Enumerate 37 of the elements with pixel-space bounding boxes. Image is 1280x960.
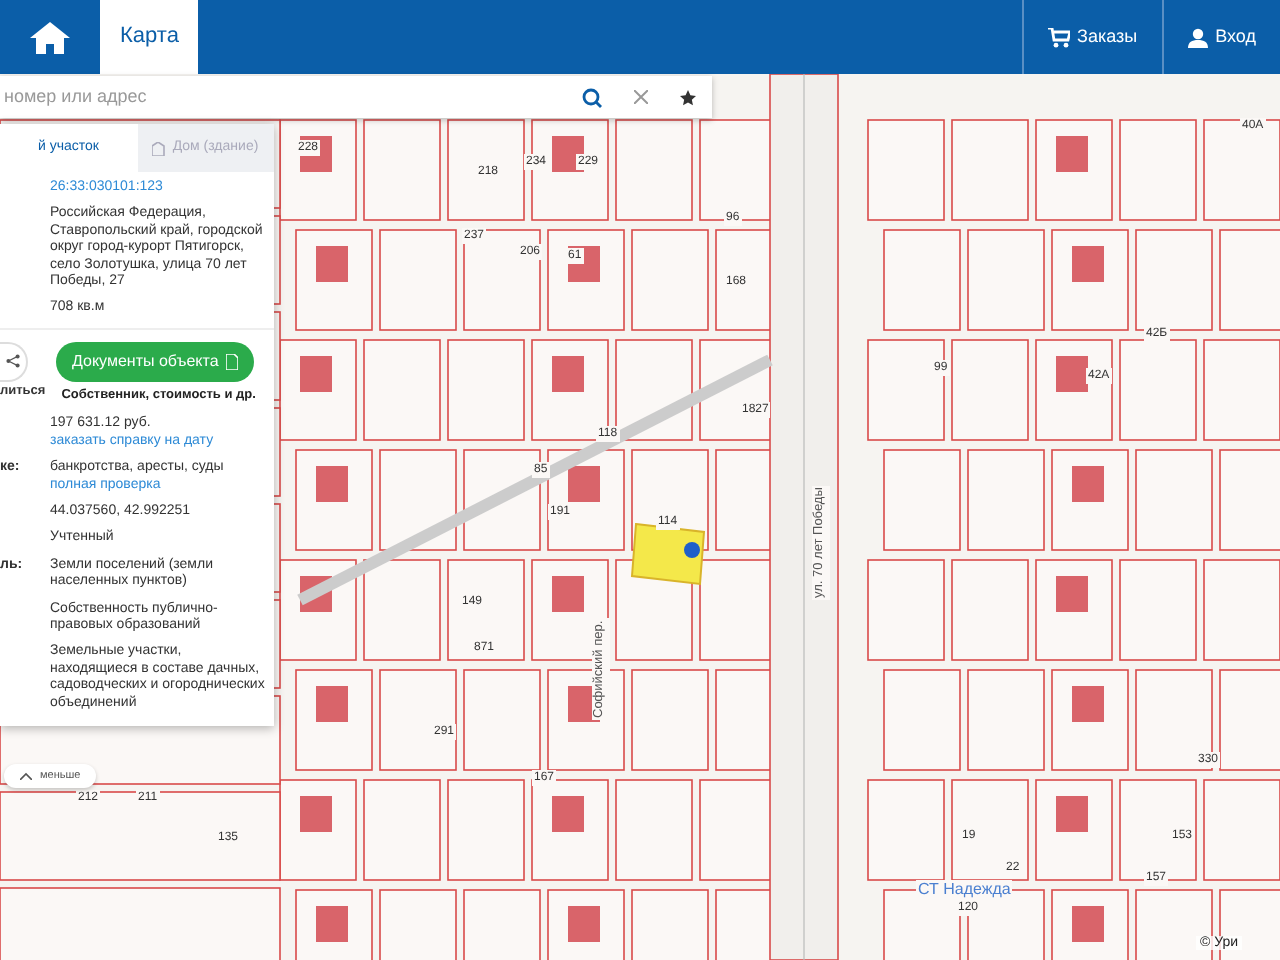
orders-button[interactable]: Заказы [1021, 0, 1162, 74]
building [300, 356, 332, 392]
user-icon [1187, 27, 1208, 47]
building [568, 906, 600, 942]
chevron-up-icon [20, 772, 32, 781]
building [316, 906, 348, 942]
map-tab[interactable]: Карта [100, 0, 199, 74]
share-button[interactable] [0, 341, 28, 382]
building [568, 466, 600, 502]
building [552, 356, 584, 392]
login-button[interactable]: Вход [1161, 0, 1280, 74]
location-marker-icon [684, 542, 700, 558]
search-icon [582, 87, 602, 107]
building [1056, 356, 1088, 392]
close-icon [634, 90, 648, 104]
building [316, 246, 348, 282]
building [552, 796, 584, 832]
building [1072, 686, 1104, 722]
share-icon [6, 354, 20, 369]
star-icon [680, 89, 696, 105]
building [1072, 466, 1104, 502]
building [1056, 796, 1088, 832]
place-label: СТ Надежда [916, 880, 1013, 900]
building [1056, 136, 1088, 172]
search-bar[interactable]: номер или адрес [0, 76, 712, 118]
selected-parcel[interactable] [630, 522, 706, 586]
building [1072, 246, 1104, 282]
building [316, 686, 348, 722]
building [1056, 576, 1088, 612]
building [1072, 906, 1104, 942]
document-icon [226, 353, 239, 370]
building-icon [152, 141, 167, 155]
home-icon[interactable] [30, 21, 70, 53]
cart-icon [1047, 27, 1070, 47]
building [316, 466, 348, 502]
building [552, 576, 584, 612]
building [300, 796, 332, 832]
